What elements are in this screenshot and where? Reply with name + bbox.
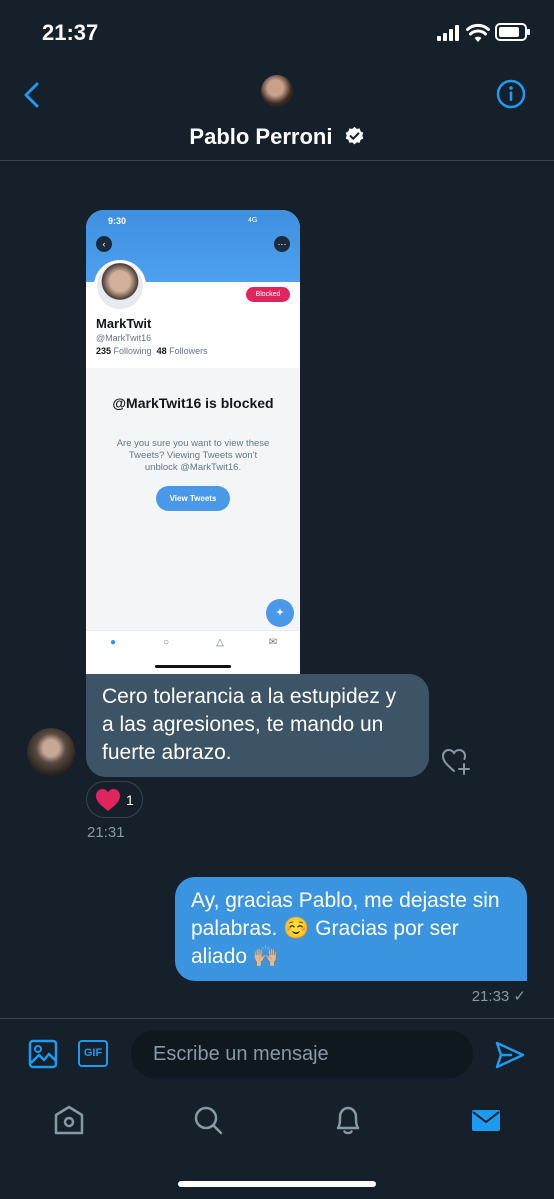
image-tab-bar: ● ○ △ ✉ (86, 630, 300, 676)
message-input[interactable] (131, 1030, 473, 1078)
outgoing-message[interactable]: Ay, gracias Pablo, me dejaste sin palabr… (175, 877, 527, 981)
image-more-icon: ⋯ (274, 236, 290, 252)
blocked-title: @MarkTwit16 is blocked (112, 395, 274, 411)
blocked-text: Are you sure you want to view these Twee… (116, 438, 270, 473)
image-network-label: 4G (248, 217, 258, 224)
mail-icon[interactable] (470, 1104, 502, 1136)
incoming-timestamp: 21:31 (87, 824, 125, 841)
conversation-header: Pablo Perroni (0, 66, 554, 161)
search-icon[interactable] (192, 1104, 224, 1136)
image-home-icon: ● (109, 637, 117, 648)
outgoing-timestamp: 21:33 ✓ (471, 988, 526, 1005)
status-bar: 21:37 (0, 0, 554, 66)
image-home-indicator (155, 665, 231, 668)
reaction-count: 1 (126, 792, 134, 808)
bell-icon[interactable] (332, 1104, 364, 1136)
compose-tweet-icon: ✦ (266, 599, 294, 627)
followers-count: 48 (156, 346, 167, 356)
image-mail-icon: ✉ (268, 637, 278, 648)
reaction-pill[interactable]: 1 (86, 781, 143, 818)
blocked-badge: Blocked (246, 287, 290, 302)
following-label: Following (113, 346, 152, 356)
bottom-nav (0, 1090, 554, 1160)
home-icon[interactable] (53, 1104, 85, 1136)
image-search-icon: ○ (162, 637, 170, 648)
status-time: 21:37 (42, 20, 99, 45)
image-back-icon: ‹ (96, 236, 112, 252)
back-arrow-icon[interactable] (18, 80, 48, 110)
image-bell-icon: △ (216, 637, 224, 648)
image-profile-picture (94, 260, 146, 312)
following-count: 235 (96, 346, 112, 356)
message-composer: GIF (0, 1018, 554, 1090)
gif-button[interactable]: GIF (78, 1040, 108, 1067)
image-profile-handle: @MarkTwit16 (96, 333, 152, 343)
home-indicator (178, 1181, 376, 1187)
send-icon[interactable] (494, 1039, 526, 1071)
image-icon[interactable] (28, 1039, 58, 1069)
like-icon[interactable] (441, 746, 471, 776)
sender-avatar[interactable] (27, 728, 75, 776)
contact-name: Pablo Perroni (189, 124, 333, 149)
shared-image[interactable]: 9:30 4G ‹ ⋯ Blocked MarkTwit @MarkTwit16… (86, 210, 300, 676)
verified-badge-icon (345, 126, 363, 145)
battery-icon (495, 23, 530, 41)
image-profile-name: MarkTwit (96, 316, 152, 331)
page-title[interactable]: Pablo Perroni (0, 124, 554, 150)
heart-icon (96, 789, 120, 811)
image-follow-stats: 235 Following 48 Followers (96, 346, 208, 356)
wifi-icon (466, 23, 490, 42)
image-status-time: 9:30 (108, 216, 127, 226)
incoming-message[interactable]: Cero tolerancia a la estupidez y a las a… (86, 674, 429, 777)
followers-label: Followers (169, 346, 208, 356)
view-tweets-button: View Tweets (156, 486, 230, 511)
signal-icon (437, 25, 459, 41)
info-icon[interactable] (496, 79, 526, 109)
avatar[interactable] (261, 75, 293, 107)
